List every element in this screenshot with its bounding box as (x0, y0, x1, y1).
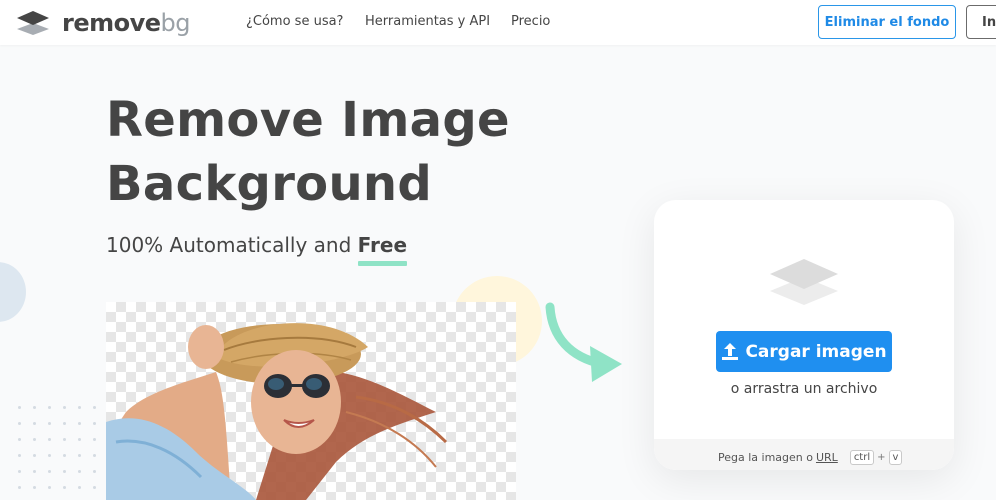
decorative-dot (78, 422, 81, 425)
decorative-dot (63, 486, 66, 489)
decorative-dot (18, 486, 21, 489)
decorative-dot (48, 406, 51, 409)
decorative-dot (63, 422, 66, 425)
decorative-dot (93, 438, 96, 441)
hero-subtitle-free: Free (357, 233, 408, 266)
decorative-shape (0, 262, 26, 322)
decorative-dot (33, 486, 36, 489)
decorative-dot (63, 454, 66, 457)
upload-image-button[interactable]: Cargar imagen (716, 331, 892, 372)
decorative-dot (93, 486, 96, 489)
paste-hint: Pega la imagen o URL ctrl + v (718, 449, 903, 465)
decorative-dot (33, 454, 36, 457)
decorative-dot (18, 406, 21, 409)
decorative-dot (93, 454, 96, 457)
hero-title: Remove Image Background (106, 88, 510, 216)
decorative-dot (78, 406, 81, 409)
decorative-dot (33, 406, 36, 409)
decorative-dot (63, 406, 66, 409)
hero-title-line1: Remove Image (106, 92, 510, 148)
decorative-dot (18, 422, 21, 425)
decorative-dot (78, 454, 81, 457)
nav-pricing[interactable]: Precio (511, 14, 550, 30)
top-navbar: removebg ¿Cómo se usa? Herramientas y AP… (0, 0, 996, 45)
login-button[interactable]: In (966, 5, 996, 39)
layers-logo-icon (17, 11, 49, 35)
decorative-dot (18, 438, 21, 441)
nav-tools-api[interactable]: Herramientas y API (365, 14, 490, 30)
decorative-dot (33, 438, 36, 441)
logo-word-accent: bg (160, 9, 191, 37)
decorative-dot (78, 486, 81, 489)
decorative-dot (78, 438, 81, 441)
decorative-dot (48, 422, 51, 425)
key-plus: + (877, 451, 886, 463)
paste-prefix: Pega la imagen o (718, 450, 813, 464)
hero-subtitle: 100% Automatically and Free (106, 231, 408, 266)
drag-file-text: o arrastra un archivo (730, 381, 878, 397)
decorative-dot (63, 470, 66, 473)
hero-title-line2: Background (106, 156, 433, 212)
key-v: v (888, 449, 903, 465)
decorative-dot (48, 454, 51, 457)
nav-how-to-use[interactable]: ¿Cómo se usa? (246, 14, 343, 30)
decorative-dot (18, 454, 21, 457)
decorative-dot (48, 486, 51, 489)
decorative-dot (33, 422, 36, 425)
logo-wordmark: removebg (62, 9, 191, 37)
decorative-dot (48, 438, 51, 441)
remove-background-button[interactable]: Eliminar el fondo (818, 5, 956, 39)
hero-subtitle-prefix: 100% Automatically and (106, 233, 358, 257)
decorative-dot (78, 470, 81, 473)
key-ctrl: ctrl (849, 449, 875, 465)
decorative-dot (93, 422, 96, 425)
decorative-dot (93, 470, 96, 473)
example-image (106, 302, 516, 500)
decorative-dots (18, 406, 108, 500)
woman-with-hat-illustration (106, 323, 448, 500)
layers-icon (770, 259, 838, 305)
curved-arrow-icon (545, 302, 622, 382)
decorative-dot (18, 470, 21, 473)
decorative-dot (63, 438, 66, 441)
decorative-dot (33, 470, 36, 473)
decorative-dot (93, 406, 96, 409)
upload-button-label: Cargar imagen (745, 341, 887, 362)
upload-card[interactable]: Cargar imagen o arrastra un archivo (654, 200, 954, 470)
decorative-dot (48, 470, 51, 473)
logo[interactable]: removebg (15, 9, 191, 37)
paste-url-link[interactable]: URL (816, 451, 838, 464)
upload-arrow-icon (722, 342, 739, 360)
logo-word-main: remove (62, 9, 161, 37)
